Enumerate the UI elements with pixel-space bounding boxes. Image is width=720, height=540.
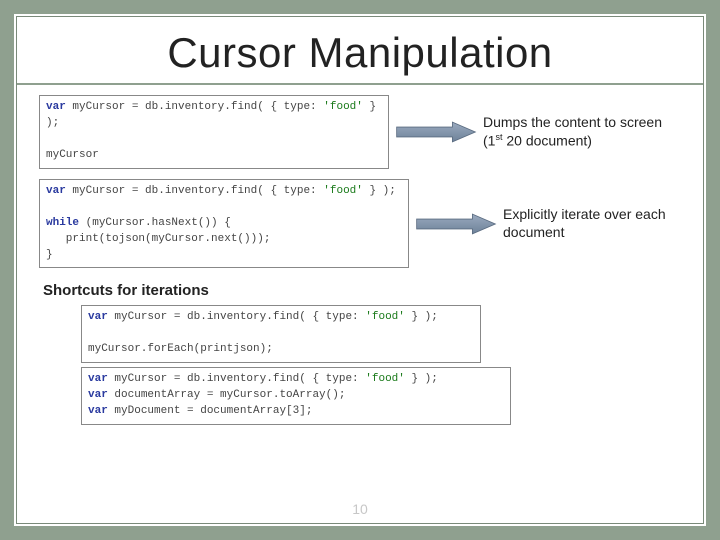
shortcuts-heading: Shortcuts for iterations — [43, 282, 681, 299]
slide-frame: Cursor Manipulation var myCursor = db.in… — [0, 0, 720, 540]
code-line: var documentArray = myCursor.toArray(); — [88, 388, 504, 404]
page-number: 10 — [17, 501, 703, 517]
annotation-1: Dumps the content to screen (1st 20 docu… — [483, 114, 681, 150]
example-row-1: var myCursor = db.inventory.find( { type… — [39, 95, 681, 169]
code-line: } — [46, 248, 402, 264]
code-block-3: var myCursor = db.inventory.find( { type… — [81, 305, 481, 363]
arrow-right-icon — [395, 119, 477, 145]
keyword-var: var — [88, 311, 108, 323]
keyword-var: var — [88, 389, 108, 401]
code-line: var myDocument = documentArray[3]; — [88, 404, 504, 420]
code-line: var myCursor = db.inventory.find( { type… — [88, 372, 504, 388]
code-block-1: var myCursor = db.inventory.find( { type… — [39, 95, 389, 169]
code-line: myCursor — [46, 148, 382, 164]
slide-inner: Cursor Manipulation var myCursor = db.in… — [16, 16, 704, 524]
code-blank-line — [46, 200, 402, 216]
keyword-var: var — [88, 405, 108, 417]
page-title: Cursor Manipulation — [39, 29, 681, 77]
code-blank-line — [88, 326, 474, 342]
code-line: print(tojson(myCursor.next())); — [46, 232, 402, 248]
code-blank-line — [46, 132, 382, 148]
title-rule — [17, 83, 703, 85]
code-line: while (myCursor.hasNext()) { — [46, 216, 402, 232]
code-line: var myCursor = db.inventory.find( { type… — [46, 100, 382, 132]
code-line: myCursor.forEach(printjson); — [88, 342, 474, 358]
arrow-right-icon — [415, 211, 497, 237]
keyword-var: var — [46, 101, 66, 113]
code-line: var myCursor = db.inventory.find( { type… — [88, 310, 474, 326]
keyword-while: while — [46, 217, 79, 229]
keyword-var: var — [46, 185, 66, 197]
code-block-4: var myCursor = db.inventory.find( { type… — [81, 367, 511, 425]
example-row-2: var myCursor = db.inventory.find( { type… — [39, 179, 681, 269]
code-block-2: var myCursor = db.inventory.find( { type… — [39, 179, 409, 269]
code-line: var myCursor = db.inventory.find( { type… — [46, 184, 402, 200]
keyword-var: var — [88, 373, 108, 385]
annotation-2: Explicitly iterate over each document — [503, 206, 681, 241]
